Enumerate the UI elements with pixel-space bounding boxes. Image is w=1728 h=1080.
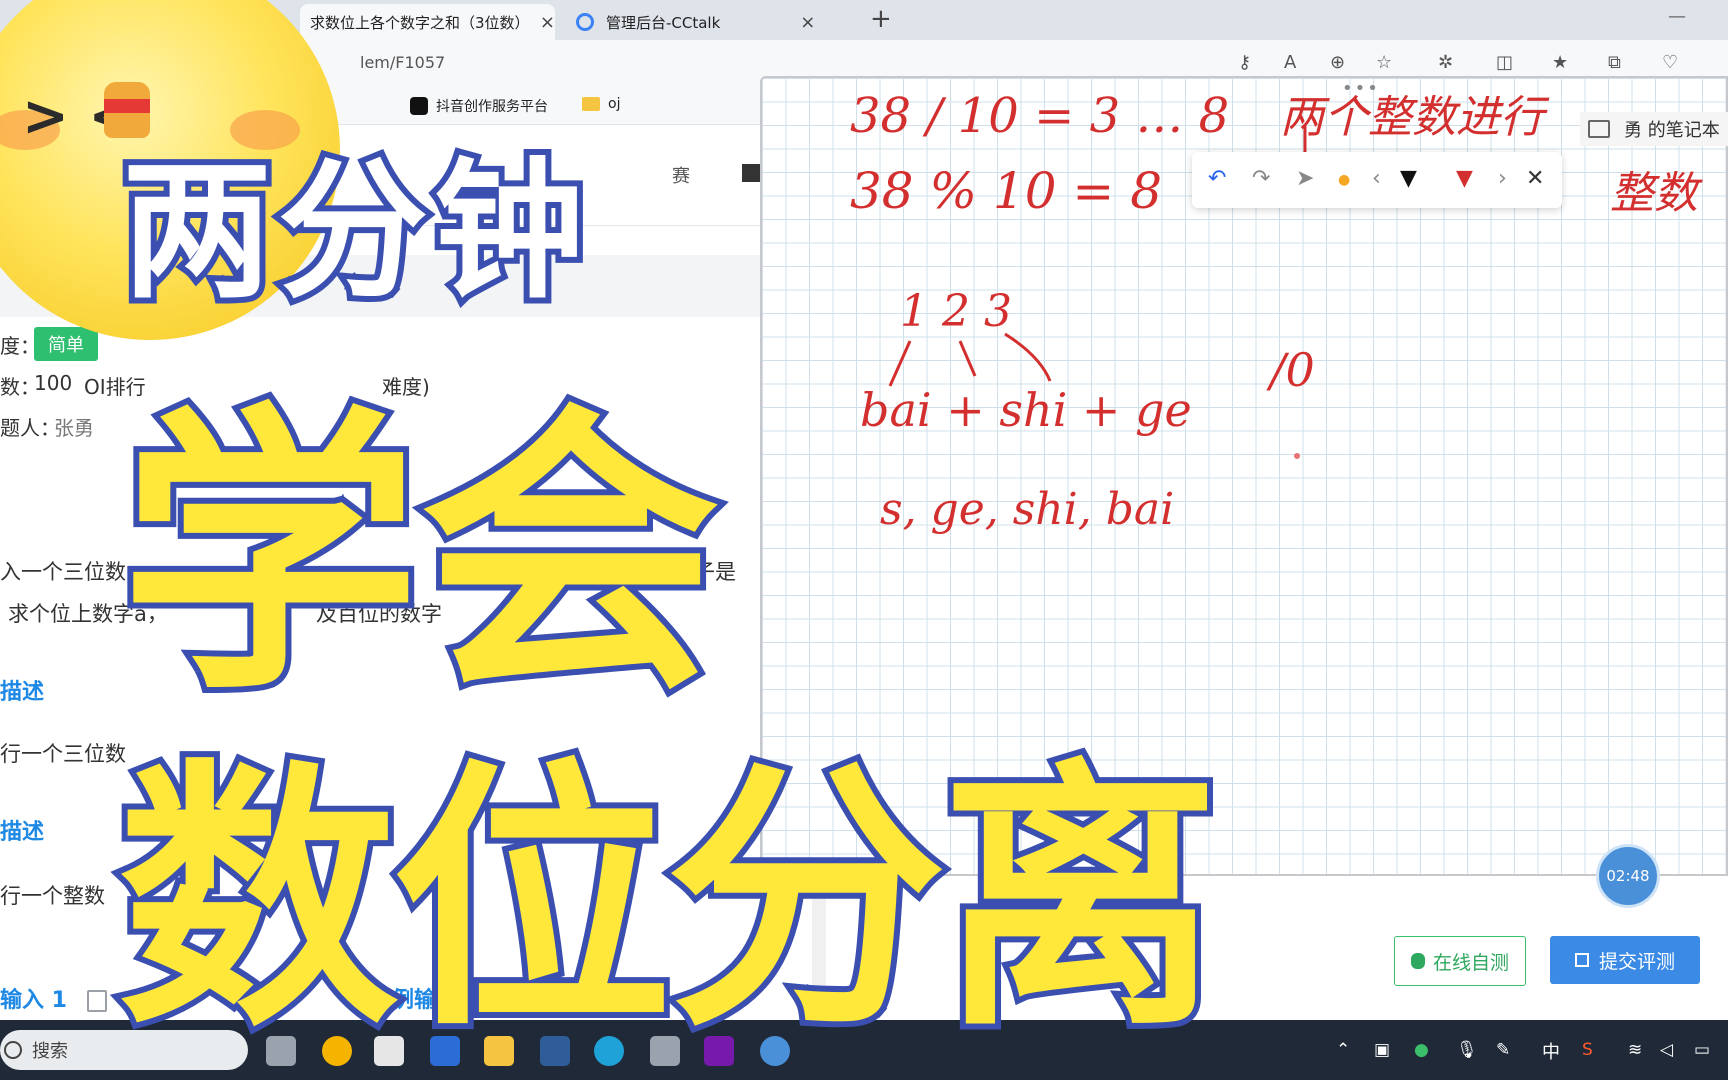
read-aloud-icon[interactable]: A	[1284, 52, 1296, 73]
overlay-title-line1: 两分钟	[116, 139, 591, 325]
handwriting-line: 38 / 10 = 3 … 8	[850, 88, 1229, 144]
input-desc-text: 行一个三位数	[0, 742, 126, 766]
wifi-icon[interactable]: ≋	[1628, 1040, 1642, 1060]
folder-icon	[582, 97, 600, 111]
tab-label: 求数位上各个数字之和（3位数）	[310, 13, 530, 32]
handwriting-line: 两个整数进行	[1280, 92, 1550, 143]
input-desc-title: 描述	[0, 680, 45, 705]
handwriting-line: /0	[1266, 343, 1315, 397]
edit-icon	[1574, 953, 1589, 967]
chart-icon[interactable]	[742, 164, 760, 182]
zoom-icon[interactable]: ⊕	[1330, 52, 1345, 73]
select-cursor-icon[interactable]: ➤	[1296, 166, 1314, 191]
submit-button[interactable]: 提交评测	[1550, 936, 1700, 984]
extensions-icon[interactable]: ✲	[1438, 52, 1453, 73]
score-value: 100	[34, 371, 73, 395]
favorite-icon[interactable]: ☆	[1376, 52, 1392, 73]
sample-input-label: 输入 1	[0, 988, 67, 1013]
tab-label: 管理后台-CCtalk	[606, 13, 721, 32]
pen-icon[interactable]: ✎	[1496, 1040, 1510, 1060]
bug-icon	[1410, 953, 1425, 969]
undo-icon[interactable]: ↶	[1208, 166, 1226, 191]
output-desc-text: 行一个整数	[0, 884, 105, 908]
screenshot-icon[interactable]: ▣	[1374, 1040, 1390, 1060]
pen-black-icon[interactable]: ▼	[1400, 166, 1417, 191]
sogou-icon[interactable]: S	[1582, 1040, 1593, 1060]
overlay-title-line3: 数位分离	[112, 732, 1226, 1070]
minimize-icon[interactable]: —	[1668, 6, 1686, 27]
output-desc-title: 描述	[0, 820, 45, 845]
volume-icon[interactable]: ◁	[1660, 1040, 1673, 1060]
author-name: 张勇	[54, 416, 94, 440]
url-field[interactable]: lem/F1057	[360, 53, 445, 72]
ink-dot	[1294, 453, 1300, 459]
browser-essentials-icon[interactable]: ♡	[1662, 52, 1678, 73]
copy-icon[interactable]	[86, 990, 107, 1012]
split-screen-icon[interactable]: ◫	[1496, 52, 1513, 73]
handwriting-line: 38 % 10 = 8	[850, 162, 1162, 220]
wechat-icon[interactable]: ●	[1414, 1040, 1429, 1060]
arrow-stroke	[888, 340, 912, 387]
favorites-icon[interactable]: ★	[1552, 52, 1568, 73]
ink-toolbar: ↶ ↷ ➤ ● ‹ ▼ ▼ › ✕	[1192, 152, 1562, 208]
handwriting-line: 1 2 3	[900, 286, 1012, 337]
key-icon[interactable]: ⚷	[1238, 52, 1251, 73]
close-icon[interactable]: ×	[540, 12, 555, 33]
close-icon[interactable]: ✕	[1526, 166, 1544, 191]
tab-cctalk[interactable]: 管理后台-CCtalk ×	[566, 4, 856, 40]
chevron-up-icon[interactable]: ⌃	[1336, 1040, 1350, 1060]
author-label: 题人：	[0, 416, 60, 440]
chevron-right-icon[interactable]: ›	[1498, 166, 1507, 191]
arrow-stroke	[1004, 332, 1052, 382]
handwriting-line: bai + shi + ge	[860, 383, 1192, 437]
color-dot-icon[interactable]: ●	[1338, 172, 1350, 188]
new-tab-button[interactable]: +	[870, 4, 892, 34]
chevron-left-icon[interactable]: ‹	[1372, 166, 1381, 191]
description-text: 入一个三位数	[0, 560, 126, 584]
submit-label: 提交评测	[1598, 950, 1675, 973]
ime-indicator[interactable]: 中	[1542, 1038, 1560, 1064]
sample-input-title: 输入 1	[0, 982, 107, 1014]
arrow-stroke	[958, 340, 977, 377]
pen-red-icon[interactable]: ▼	[1456, 166, 1473, 191]
tab-problem[interactable]: 求数位上各个数字之和（3位数） ×	[300, 4, 555, 40]
handwriting-line: s, ge, shi, bai	[880, 484, 1174, 535]
nav-item[interactable]: 赛	[672, 162, 690, 188]
handwriting-line: 整数	[1610, 168, 1703, 219]
redo-icon[interactable]: ↷	[1252, 166, 1270, 191]
self-test-label: 在线自测	[1432, 951, 1509, 974]
self-test-button[interactable]: 在线自测	[1394, 936, 1526, 986]
recording-timer[interactable]: 02:48	[1596, 844, 1660, 908]
cctalk-icon	[576, 13, 594, 31]
battery-icon[interactable]: ▭	[1694, 1040, 1710, 1060]
bookmark-label: oj	[608, 96, 621, 112]
collections-icon[interactable]: ⧉	[1608, 52, 1621, 73]
difficulty-badge: 简单	[34, 327, 98, 361]
search-placeholder: 搜索	[32, 1041, 68, 1062]
search-icon	[4, 1041, 22, 1059]
microphone-icon[interactable]: 🎙	[1456, 1040, 1478, 1060]
close-icon[interactable]: ×	[800, 12, 815, 33]
